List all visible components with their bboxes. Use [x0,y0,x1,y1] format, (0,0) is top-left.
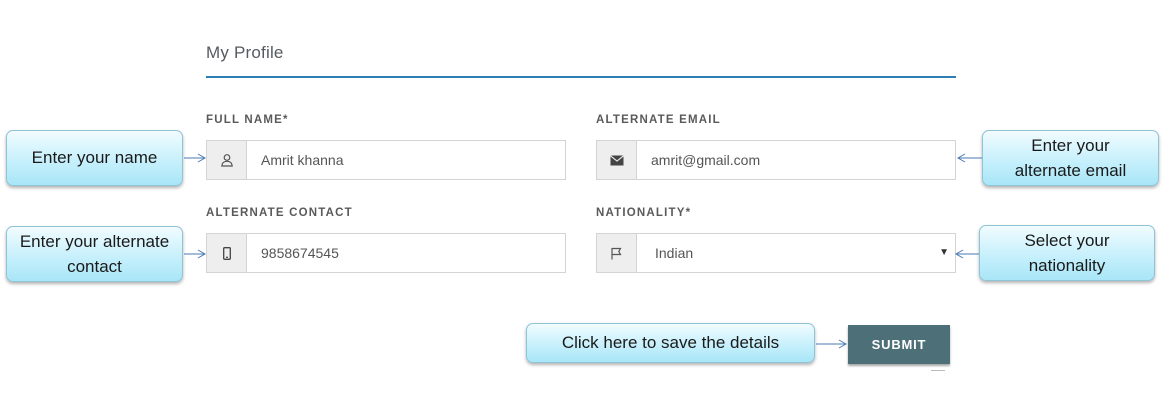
callout-email: Enter your alternate email [982,130,1159,186]
callout-submit: Click here to save the details [526,323,815,363]
full-name-group [206,140,566,180]
arrow-name [184,153,207,163]
alternate-contact-input[interactable] [247,234,565,272]
callout-name: Enter your name [6,130,183,186]
submit-button[interactable]: SUBMIT [848,325,950,364]
flag-icon [597,234,637,272]
phone-icon [207,234,247,272]
nationality-group: Indian ▼ [596,233,956,273]
nationality-selected-value: Indian [655,245,694,261]
alternate-contact-group [206,233,566,273]
arrow-email [956,153,982,163]
submit-shadow-line [931,370,945,371]
nationality-label: NATIONALITY* [596,207,692,219]
alternate-email-label: ALTERNATE EMAIL [596,114,721,126]
arrow-submit [816,339,848,349]
caret-down-icon: ▼ [939,247,949,258]
full-name-label: FULL NAME* [206,114,289,126]
user-icon [207,141,247,179]
alternate-contact-label: ALTERNATE CONTACT [206,207,353,219]
arrow-nationality [954,249,979,259]
envelope-icon [597,141,637,179]
arrow-contact [184,249,207,259]
nationality-select[interactable]: Indian ▼ [637,234,955,272]
title-divider [206,76,956,78]
callout-contact: Enter your alternate contact [6,226,183,282]
page-title: My Profile [206,43,284,62]
callout-nationality: Select your nationality [979,225,1155,281]
full-name-input[interactable] [247,141,565,179]
alternate-email-group [596,140,956,180]
alternate-email-input[interactable] [637,141,955,179]
